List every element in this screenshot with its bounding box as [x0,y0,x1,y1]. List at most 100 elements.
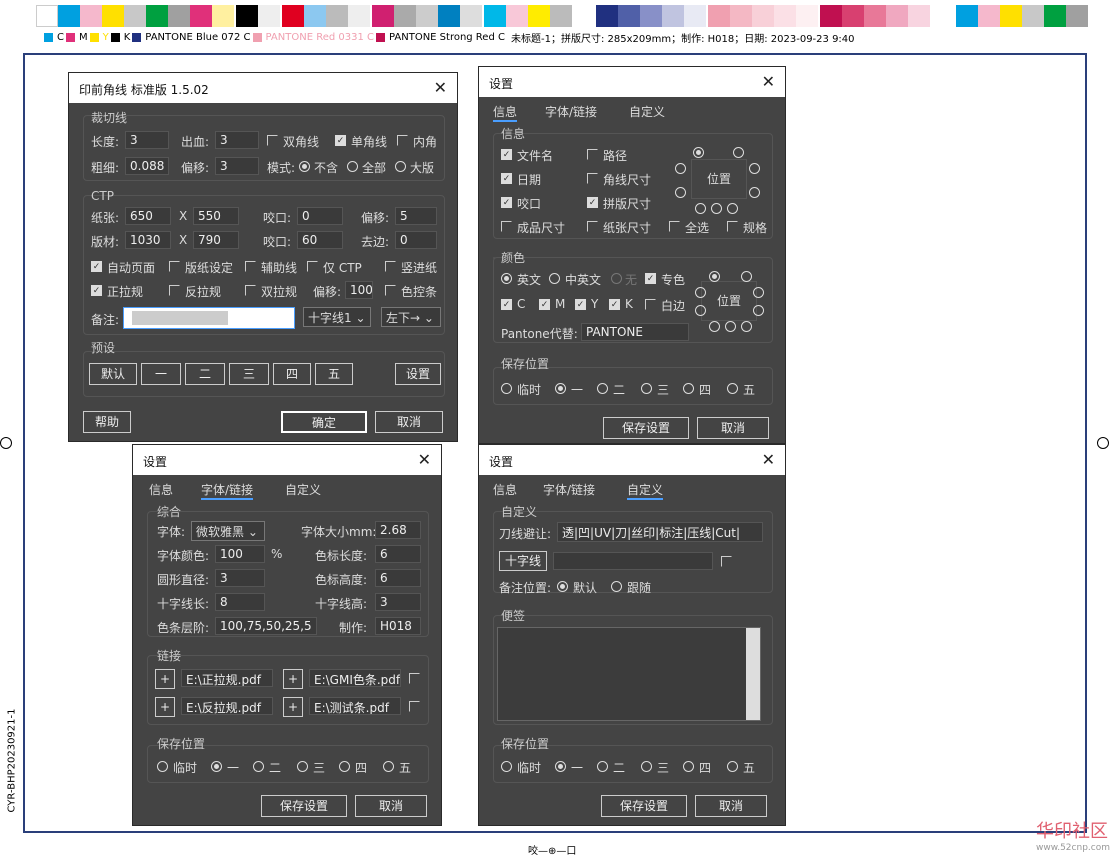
tab-custom[interactable]: 自定义 [629,103,665,120]
length-input[interactable]: 3 [125,131,169,149]
spec-checkbox[interactable] [727,221,738,232]
save-settings-button[interactable]: 保存设置 [601,795,687,817]
note-input[interactable] [123,307,295,329]
ctp-only-checkbox[interactable] [307,261,318,272]
color-position-radio[interactable] [725,321,736,332]
font-select[interactable]: 微软雅黑 ⌄ [191,521,265,541]
date-checkbox[interactable]: ✓ [501,173,512,184]
tab-info[interactable]: 信息 [493,103,518,122]
save-temp-radio[interactable] [157,761,168,772]
info-position-radio[interactable] [675,187,686,198]
offset-input[interactable]: 3 [215,157,259,175]
crosshair-input[interactable] [553,552,713,570]
info-position-radio[interactable] [711,203,722,214]
tab-font-link[interactable]: 字体/链接 [545,103,597,120]
mode-large-radio[interactable] [395,161,406,172]
crosshair-select[interactable]: 十字线1 ⌄ [303,307,371,327]
link-c-input[interactable]: E:\反拉规.pdf [181,697,273,715]
info-position-radio[interactable] [733,147,744,158]
paper-height-input[interactable]: 550 [193,207,239,225]
front-pull-checkbox[interactable]: ✓ [91,285,102,296]
save-temp-radio[interactable] [501,761,512,772]
k-checkbox[interactable]: ✓ [609,299,620,310]
mark-length-input[interactable]: 6 [375,545,421,563]
add-link-a-button[interactable]: + [155,669,175,689]
info-position-radio[interactable] [749,163,760,174]
link-d-checkbox[interactable] [409,701,420,712]
gradient-input[interactable]: 100,75,50,25,5 [215,617,317,635]
inner-corner-checkbox[interactable] [397,135,408,146]
color-position-radio[interactable] [753,287,764,298]
save-settings-button[interactable]: 保存设置 [603,417,689,439]
crosshair-button[interactable]: 十字线 [499,551,547,571]
link-b-input[interactable]: E:\GMI色条.pdf [309,669,401,687]
ok-button[interactable]: 确定 [281,411,367,433]
select-all-checkbox[interactable] [669,221,680,232]
save-1-radio[interactable] [211,761,222,772]
position-select[interactable]: 左下→ ⌄ [381,307,441,327]
save-3-radio[interactable] [641,761,652,772]
english-radio[interactable] [501,273,512,284]
double-corner-checkbox[interactable] [267,135,278,146]
note-follow-radio[interactable] [611,581,622,592]
tab-custom[interactable]: 自定义 [627,481,664,500]
info-position-radio[interactable] [675,163,686,174]
double-pull-checkbox[interactable] [245,285,256,296]
save-4-radio[interactable] [683,761,694,772]
corner-size-checkbox[interactable] [587,173,598,184]
preset-3-button[interactable]: 三 [229,363,269,385]
preset-2-button[interactable]: 二 [185,363,225,385]
crosshair-checkbox[interactable] [721,556,732,567]
tab-info[interactable]: 信息 [149,481,173,498]
color-position-radio[interactable] [695,287,706,298]
save-settings-button[interactable]: 保存设置 [261,795,347,817]
tab-custom[interactable]: 自定义 [285,481,321,498]
single-corner-checkbox[interactable]: ✓ [335,135,346,146]
auto-page-checkbox[interactable]: ✓ [91,261,102,272]
cn-en-radio[interactable] [549,273,560,284]
bite-checkbox[interactable]: ✓ [501,197,512,208]
circle-diameter-input[interactable]: 3 [215,569,265,587]
tab-font-link[interactable]: 字体/链接 [201,481,254,500]
mark-height-input[interactable]: 6 [375,569,421,587]
imposition-size-checkbox[interactable]: ✓ [587,197,598,208]
save-temp-radio[interactable] [501,383,512,394]
paper-size-checkbox[interactable] [587,221,598,232]
close-icon[interactable]: ✕ [762,72,775,91]
info-position-radio[interactable] [695,203,706,214]
edge-input[interactable]: 0 [395,231,437,249]
color-position-radio[interactable] [695,305,706,316]
color-position-radio[interactable] [709,321,720,332]
info-position-radio[interactable] [693,147,704,158]
preset-1-button[interactable]: 一 [141,363,181,385]
cancel-button[interactable]: 取消 [355,795,427,817]
color-position-radio[interactable] [741,321,752,332]
cross-length-input[interactable]: 8 [215,593,265,611]
aux-line-checkbox[interactable] [245,261,256,272]
close-icon[interactable]: ✕ [762,450,775,469]
bleed-input[interactable]: 3 [215,131,259,149]
memo-scrollbar[interactable] [746,628,760,720]
font-size-input[interactable]: 2.68 [375,521,421,539]
knife-avoid-input[interactable]: 透|凹|UV|刀|丝印|标注|压线|Cut| [557,522,763,542]
save-2-radio[interactable] [597,383,608,394]
link-d-input[interactable]: E:\测试条.pdf [309,697,401,715]
save-1-radio[interactable] [555,761,566,772]
cancel-button[interactable]: 取消 [375,411,443,433]
close-icon[interactable]: ✕ [418,450,431,469]
note-default-radio[interactable] [557,581,568,592]
add-link-b-button[interactable]: + [283,669,303,689]
cross-height-input[interactable]: 3 [375,593,421,611]
save-4-radio[interactable] [683,383,694,394]
spot-color-checkbox[interactable]: ✓ [645,273,656,284]
color-position-radio[interactable] [741,271,752,282]
mode-all-radio[interactable] [347,161,358,172]
finished-size-checkbox[interactable] [501,221,512,232]
y-checkbox[interactable]: ✓ [575,299,586,310]
ctp-offset-input[interactable]: 5 [395,207,437,225]
color-bar-checkbox[interactable] [385,285,396,296]
close-icon[interactable]: ✕ [434,78,447,97]
add-link-d-button[interactable]: + [283,697,303,717]
paper-setting-checkbox[interactable] [169,261,180,272]
pantone-replace-input[interactable]: PANTONE [581,323,689,341]
